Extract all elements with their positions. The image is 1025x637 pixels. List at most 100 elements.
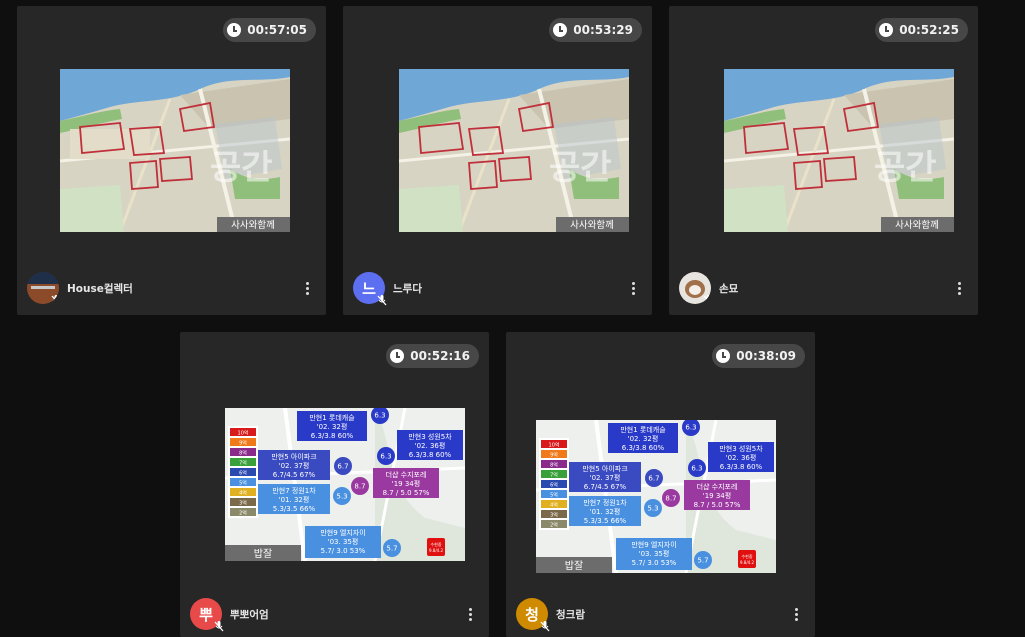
more-options-icon[interactable] [461, 605, 479, 623]
apartment-box: 만현1 롯데캐슬 '02. 32평 6.3/3.8 60% [608, 423, 678, 453]
svg-text:만현5 아이파크: 만현5 아이파크 [271, 452, 317, 461]
avatar-initial: 청 [525, 605, 539, 624]
legend-label: 8억 [550, 462, 558, 469]
svg-text:'03. 35평: '03. 35평 [639, 549, 670, 558]
svg-text:6.3/3.8 60%: 6.3/3.8 60% [311, 432, 354, 440]
legend-label: 2억 [550, 522, 558, 529]
timer-text: 00:38:09 [736, 349, 796, 363]
price-bubble: 6.7 [334, 457, 352, 475]
map-caption: 밥잘 [254, 548, 272, 560]
clock-icon [879, 23, 894, 37]
svg-text:'02. 37평: '02. 37평 [590, 473, 621, 482]
svg-text:5.7: 5.7 [386, 545, 397, 553]
elapsed-timer: 00:57:05 [223, 18, 316, 42]
elapsed-timer: 00:38:09 [712, 344, 805, 368]
aerial-map-image: 공간 사사와함께 [724, 69, 954, 232]
svg-text:5.3: 5.3 [647, 505, 658, 513]
svg-text:'02. 32평: '02. 32평 [317, 422, 348, 431]
svg-text:8.7 / 5.0 57%: 8.7 / 5.0 57% [383, 489, 430, 497]
video-tile[interactable]: 00:57:05 공간 사사와함께 House컬렉터 [17, 6, 326, 315]
shared-map-screen: 공간 사사와함께 [60, 69, 290, 232]
svg-text:'03. 35평: '03. 35평 [328, 537, 359, 546]
svg-text:수현중: 수현중 [741, 553, 752, 559]
more-options-icon[interactable] [298, 279, 316, 297]
avatar-initial: 느 [362, 279, 376, 298]
svg-text:5.7/ 3.0 53%: 5.7/ 3.0 53% [632, 559, 677, 567]
apartment-box: 만현7 정원1차 '01. 32평 5.3/3.5 66% [569, 496, 641, 526]
more-options-icon[interactable] [787, 605, 805, 623]
svg-text:'01. 32평: '01. 32평 [279, 495, 310, 504]
legend-label: 3억 [550, 512, 558, 519]
video-tile[interactable]: 00:53:29 공간 사사와함께 느 느루다 [343, 6, 652, 315]
svg-text:6.3/3.8 60%: 6.3/3.8 60% [720, 463, 763, 471]
svg-text:6.7: 6.7 [337, 463, 348, 471]
svg-text:6.3: 6.3 [374, 412, 385, 420]
svg-text:8.7: 8.7 [665, 495, 676, 503]
mic-muted-icon [538, 619, 552, 633]
timer-text: 00:52:25 [899, 23, 959, 37]
elapsed-timer: 00:52:25 [875, 18, 968, 42]
map-caption: 사사와함께 [570, 219, 614, 231]
svg-text:6.7: 6.7 [648, 475, 659, 483]
svg-text:5.3/3.5 66%: 5.3/3.5 66% [273, 505, 316, 513]
svg-text:만현7 정원1차: 만현7 정원1차 [272, 486, 316, 495]
legend-label: 9억 [550, 452, 558, 459]
svg-text:6.3: 6.3 [380, 453, 391, 461]
svg-text:만현3 성원5차: 만현3 성원5차 [408, 432, 452, 441]
mic-muted-icon [375, 293, 389, 307]
participant-name: House컬렉터 [67, 282, 133, 295]
apartment-box: 더샵 수지포레 '19 34평 8.7 / 5.0 57% [373, 468, 439, 498]
price-bubble: 8.7 [351, 477, 369, 495]
svg-text:더샵 수지포레: 더샵 수지포레 [697, 482, 738, 491]
legend-label: 7억 [550, 472, 558, 479]
legend-label: 7억 [239, 460, 247, 467]
avatar [679, 272, 711, 304]
aerial-map-image: 공간 사사와함께 [60, 69, 290, 232]
map-caption: 사사와함께 [231, 219, 275, 231]
video-tile[interactable]: 00:52:25 공간 사사와함께 손묘 [669, 6, 978, 315]
svg-text:9.8/4.2: 9.8/4.2 [740, 560, 755, 565]
svg-text:더샵 수지포레: 더샵 수지포레 [386, 470, 427, 479]
apartment-box: 만현5 아이파크 '02. 37평 6.7/4.5 67% [569, 462, 641, 492]
svg-text:만현5 아이파크: 만현5 아이파크 [582, 464, 628, 473]
legend-label: 8억 [239, 450, 247, 457]
svg-text:5.3/3.5 66%: 5.3/3.5 66% [584, 517, 627, 525]
svg-text:'19 34평: '19 34평 [392, 479, 420, 488]
svg-text:6.3/3.8 60%: 6.3/3.8 60% [622, 444, 665, 452]
legend-label: 2억 [239, 510, 247, 517]
svg-text:공간: 공간 [549, 148, 612, 188]
clock-icon [390, 349, 405, 363]
svg-text:'02. 36평: '02. 36평 [726, 453, 757, 462]
legend-label: 4억 [550, 502, 558, 509]
legend-label: 3억 [239, 500, 247, 507]
apartment-box: 더샵 수지포레 '19 34평 8.7 / 5.0 57% [684, 480, 750, 510]
more-options-icon[interactable] [624, 279, 642, 297]
aerial-map-image: 공간 사사와함께 [399, 69, 629, 232]
video-tile[interactable]: 00:38:09 10억 9억 8억 7억 6억 5억 4억 3억 2억 만현1… [506, 332, 815, 637]
svg-text:만현7 정원1차: 만현7 정원1차 [583, 498, 627, 507]
avatar [27, 272, 59, 304]
apartment-box: 만현9 엘지자이 '03. 35평 5.7/ 3.0 53% [616, 538, 692, 570]
svg-text:수현중: 수현중 [430, 541, 441, 547]
video-tile[interactable]: 00:52:16 10억 9억 8억 7억 6억 5억 4억 3억 2억 만현1… [180, 332, 489, 637]
shared-map-screen: 공간 사사와함께 [724, 69, 954, 232]
mic-muted-icon [701, 293, 711, 304]
svg-text:8.7 / 5.0 57%: 8.7 / 5.0 57% [694, 501, 741, 509]
timer-text: 00:57:05 [247, 23, 307, 37]
apartment-box: 만현7 정원1차 '01. 32평 5.3/3.5 66% [258, 484, 330, 514]
price-bubble: 5.3 [333, 487, 351, 505]
svg-text:6.3: 6.3 [691, 465, 702, 473]
apartment-box: 만현3 성원5차 '02. 36평 6.3/3.8 60% [708, 442, 774, 472]
clock-icon [716, 349, 731, 363]
svg-text:6.3: 6.3 [685, 424, 696, 432]
price-bubble: 5.3 [644, 499, 662, 517]
legend-label: 4억 [239, 490, 247, 497]
shared-price-map-screen: 10억 9억 8억 7억 6억 5억 4억 3억 2억 만현1 롯데캐슬 '02… [225, 408, 465, 561]
legend-label: 5억 [239, 480, 247, 487]
elapsed-timer: 00:52:16 [386, 344, 479, 368]
apartment-box: 만현9 엘지자이 '03. 35평 5.7/ 3.0 53% [305, 526, 381, 558]
svg-text:6.3/3.8 60%: 6.3/3.8 60% [409, 451, 452, 459]
participant-name: 손묘 [719, 282, 739, 295]
svg-text:만현9 엘지자이: 만현9 엘지자이 [320, 528, 365, 537]
more-options-icon[interactable] [950, 279, 968, 297]
